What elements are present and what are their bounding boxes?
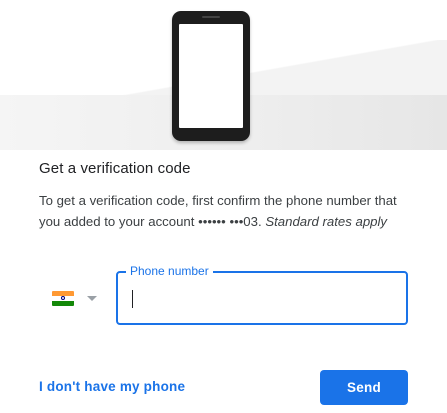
caret-down-icon [87,296,97,301]
phone-number-input[interactable] [132,283,392,313]
smartphone-icon [172,11,250,141]
send-button[interactable]: Send [320,370,408,405]
page-title: Get a verification code [39,160,191,177]
india-flag-icon [52,291,74,306]
country-code-selector[interactable] [50,289,102,309]
text-cursor [132,290,133,308]
phone-screen [179,24,243,128]
phone-number-field: Phone number [116,264,408,325]
standard-rates-note: Standard rates apply [265,213,388,229]
no-phone-link[interactable]: I don't have my phone [39,379,185,394]
phone-illustration [0,0,447,150]
phone-speaker [202,16,220,18]
phone-number-label: Phone number [126,264,213,278]
verification-page: Get a verification code To get a verific… [0,0,447,413]
description-text: To get a verification code, first confir… [39,191,409,232]
